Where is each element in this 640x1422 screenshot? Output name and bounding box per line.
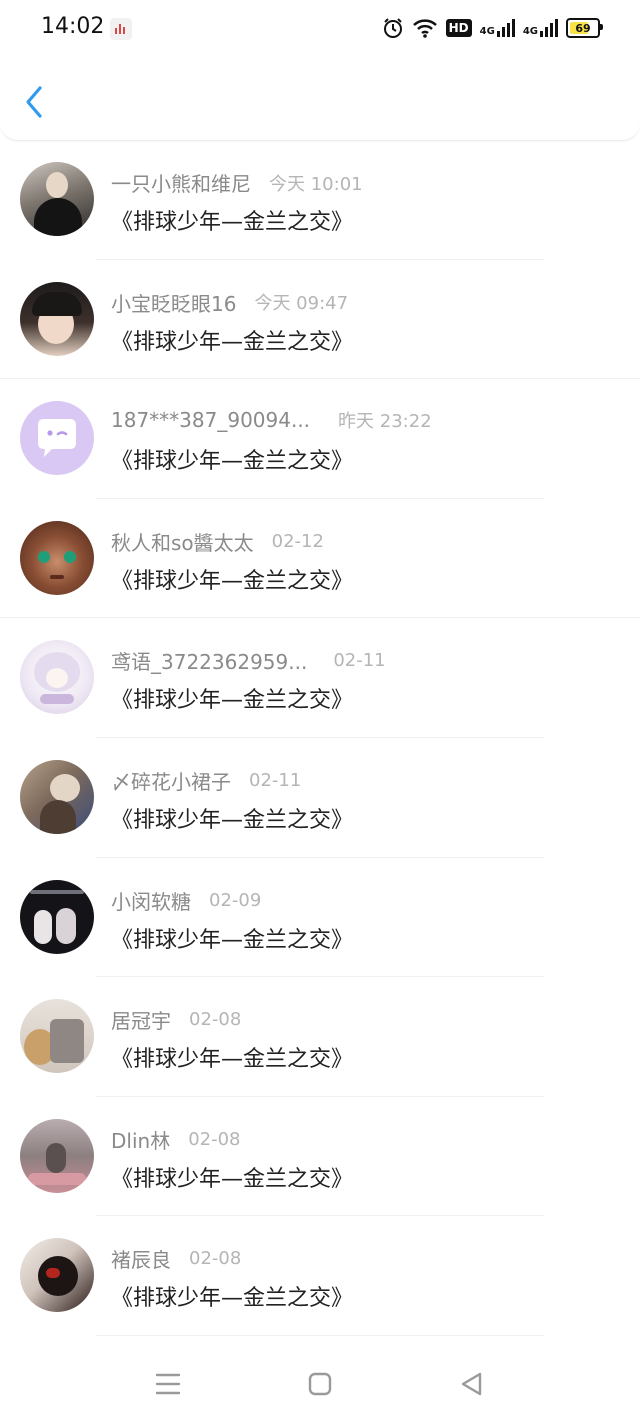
message-time: 02-08	[189, 1248, 242, 1270]
message-text: 《排球少年—金兰之交》	[111, 927, 354, 953]
battery-icon: 69	[566, 18, 603, 38]
message-text: 《排球少年—金兰之交》	[111, 1286, 354, 1312]
message-item[interactable]: 褚辰良 02-08 《排球少年—金兰之交》	[0, 1216, 640, 1336]
sender-name: 小宝眨眨眼16	[111, 291, 237, 316]
message-text: 《排球少年—金兰之交》	[111, 568, 354, 594]
sender-name: 居冠宇	[111, 1009, 171, 1034]
message-time: 02-08	[188, 1128, 241, 1150]
menu-icon	[155, 1373, 181, 1395]
message-list: 一只小熊和维尼 今天 10:01 《排球少年—金兰之交》 小宝眨眨眼16 今天 …	[0, 140, 640, 1336]
wifi-icon	[412, 17, 438, 39]
menu-button[interactable]	[154, 1370, 182, 1398]
sender-name: 187***387_90094...	[111, 408, 311, 433]
message-text: 《排球少年—金兰之交》	[111, 329, 354, 355]
message-time: 今天 09:47	[254, 293, 349, 315]
message-time: 02-11	[249, 769, 302, 791]
battery-level: 69	[575, 21, 591, 35]
sender-name: Dlin林	[111, 1128, 171, 1153]
message-item[interactable]: 〆碎花小裙子 02-11 《排球少年—金兰之交》	[0, 738, 640, 858]
avatar	[20, 520, 94, 595]
message-time: 昨天 23:22	[338, 411, 432, 433]
message-text: 《排球少年—金兰之交》	[111, 449, 354, 475]
avatar	[20, 759, 94, 834]
alarm-icon	[382, 17, 404, 39]
message-time: 02-11	[333, 650, 386, 672]
message-item[interactable]: 秋人和so醬太太 02-12 《排球少年—金兰之交》	[0, 499, 640, 619]
message-item[interactable]: 一只小熊和维尼 今天 10:01 《排球少年—金兰之交》	[0, 140, 640, 260]
status-time: 14:02	[41, 14, 105, 39]
signal-4g-icon: 4G	[480, 19, 515, 37]
avatar	[20, 1118, 94, 1193]
back-triangle-icon	[461, 1372, 482, 1396]
back-button[interactable]	[18, 82, 54, 122]
sound-recording-icon	[110, 18, 132, 40]
message-item[interactable]: 鸢语_3722362959... 02-11 《排球少年—金兰之交》	[0, 618, 640, 738]
status-indicators: HD 4G 4G 69	[382, 14, 603, 42]
sender-name: 一只小熊和维尼	[111, 172, 251, 196]
message-time: 02-09	[209, 889, 262, 911]
avatar	[20, 1238, 94, 1313]
divider	[96, 1334, 544, 1336]
message-item[interactable]: 居冠宇 02-08 《排球少年—金兰之交》	[0, 977, 640, 1097]
message-time: 02-12	[271, 530, 324, 552]
message-text: 《排球少年—金兰之交》	[111, 1047, 354, 1073]
signal-4g-icon-2: 4G	[523, 19, 558, 37]
message-text: 《排球少年—金兰之交》	[111, 688, 354, 714]
home-square-icon	[308, 1372, 332, 1396]
sender-name: 褚辰良	[111, 1248, 171, 1273]
message-text: 《排球少年—金兰之交》	[111, 210, 354, 235]
hd-voice-icon: HD	[445, 17, 472, 39]
message-item[interactable]: Dlin林 02-08 《排球少年—金兰之交》	[0, 1097, 640, 1217]
message-item[interactable]: 187***387_90094... 昨天 23:22 《排球少年—金兰之交》	[0, 379, 640, 499]
sender-name: 小闵软糖	[111, 889, 191, 914]
message-text: 《排球少年—金兰之交》	[111, 807, 354, 833]
sender-name: 鸢语_3722362959...	[111, 650, 308, 675]
avatar	[20, 999, 94, 1074]
home-button[interactable]	[306, 1370, 334, 1398]
status-bar: 14:02 HD 4G 4G 69	[0, 0, 640, 56]
app-bar	[0, 56, 640, 141]
sender-name: 〆碎花小裙子	[111, 769, 231, 794]
avatar	[20, 879, 94, 954]
chat-bubble-icon	[38, 419, 76, 458]
message-text: 《排球少年—金兰之交》	[111, 1166, 354, 1192]
system-nav-bar	[0, 1340, 640, 1422]
avatar	[20, 162, 94, 236]
message-time: 今天 10:01	[269, 173, 363, 195]
chevron-left-icon	[26, 86, 42, 118]
back-nav-button[interactable]	[458, 1370, 486, 1398]
message-item[interactable]: 小宝眨眨眼16 今天 09:47 《排球少年—金兰之交》	[0, 260, 640, 380]
default-avatar	[20, 401, 94, 476]
message-item[interactable]: 小闵软糖 02-09 《排球少年—金兰之交》	[0, 858, 640, 978]
avatar	[20, 640, 94, 715]
sender-name: 秋人和so醬太太	[111, 530, 254, 555]
message-time: 02-08	[189, 1009, 242, 1031]
avatar	[20, 281, 94, 356]
